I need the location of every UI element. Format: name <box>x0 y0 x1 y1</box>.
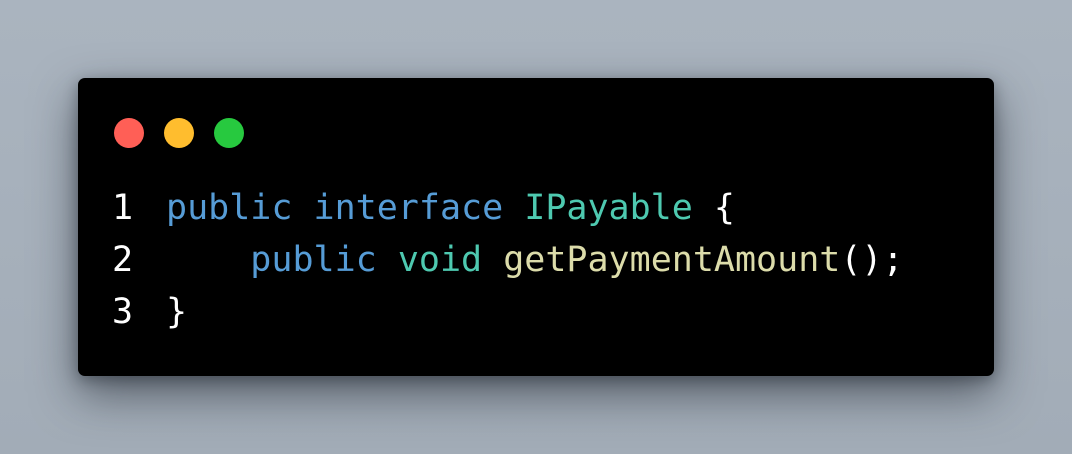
code-token: IPayable <box>524 188 693 228</box>
code-line-content: } <box>166 286 187 338</box>
line-number: 1 <box>112 188 134 228</box>
code-token: { <box>713 188 735 228</box>
close-dot-icon[interactable] <box>114 118 144 148</box>
code-token: void <box>397 240 483 280</box>
code-window: 1 public interface IPayable {2 public voi… <box>78 78 994 376</box>
code-line-content: public void getPaymentAmount(); <box>166 234 904 286</box>
code-token: getPaymentAmount <box>503 240 841 280</box>
window-controls <box>114 118 244 148</box>
line-number: 3 <box>112 292 134 332</box>
code-line: 1 public interface IPayable { <box>112 182 904 234</box>
code-token: (); <box>840 240 904 280</box>
code-line: 3} <box>112 286 904 338</box>
line-number: 2 <box>112 240 134 280</box>
code-line-content: public interface IPayable { <box>166 182 735 234</box>
code-line: 2 public void getPaymentAmount(); <box>112 234 904 286</box>
code-token: } <box>166 292 188 332</box>
code-block: 1 public interface IPayable {2 public voi… <box>112 182 904 338</box>
code-token: public <box>166 188 293 228</box>
code-token: interface <box>313 188 504 228</box>
code-token: public <box>250 240 377 280</box>
maximize-dot-icon[interactable] <box>214 118 244 148</box>
minimize-dot-icon[interactable] <box>164 118 194 148</box>
